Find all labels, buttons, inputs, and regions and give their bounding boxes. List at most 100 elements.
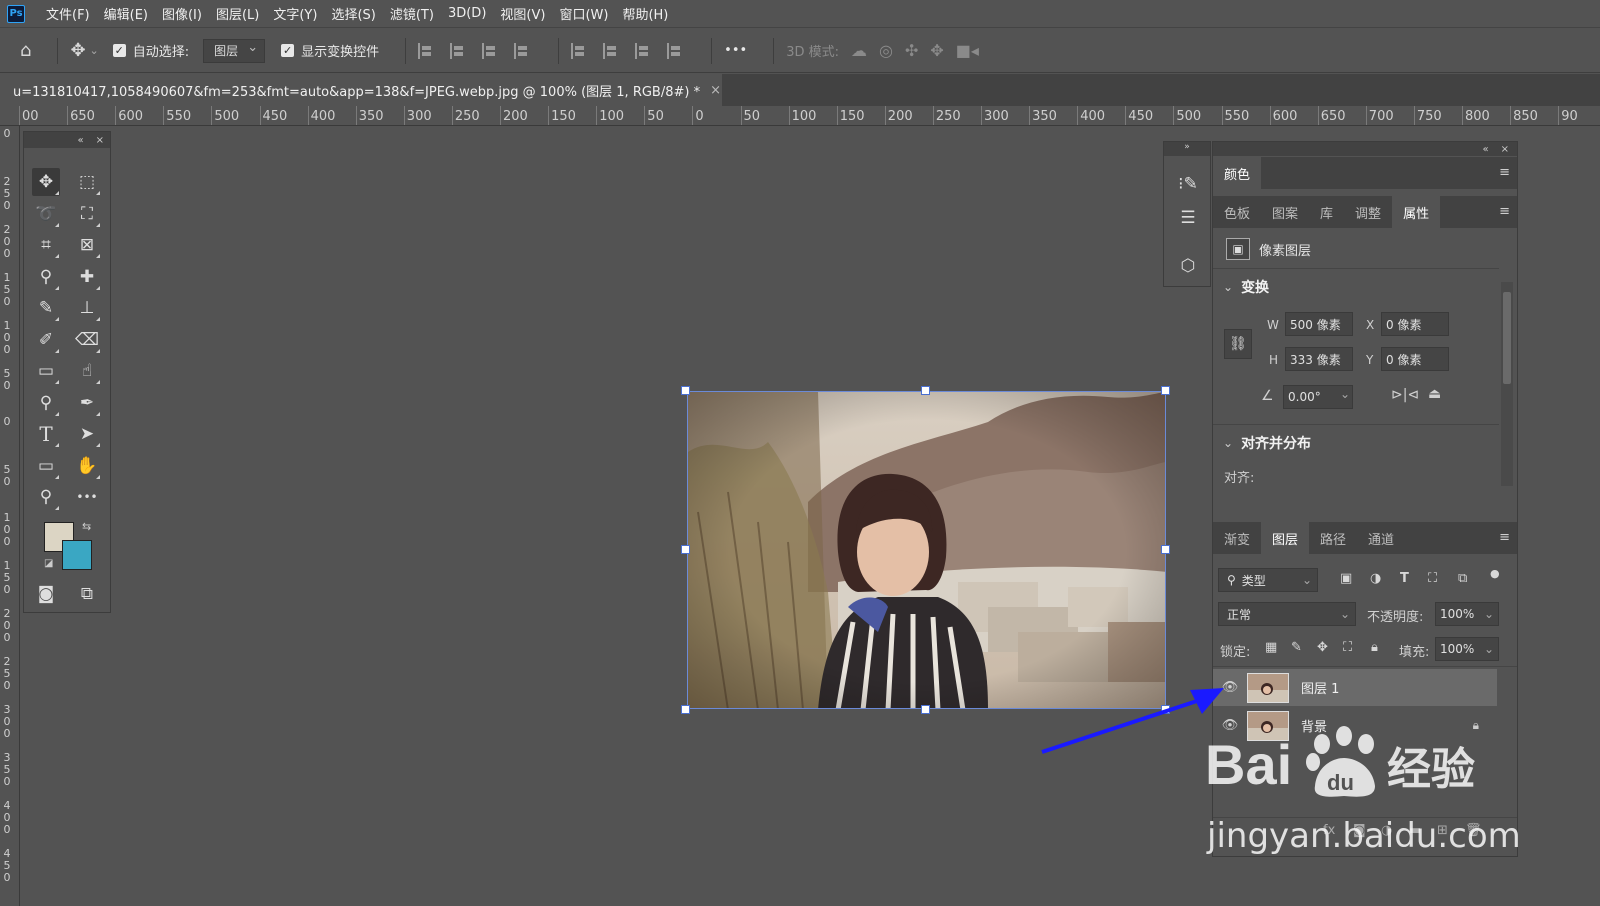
rectangle-tool-icon[interactable]: ▭ (32, 452, 60, 480)
collapse-icon[interactable]: « (1482, 144, 1488, 155)
home-icon[interactable]: ⌂ (20, 40, 31, 61)
opacity-field[interactable]: 100% ⌄ (1435, 602, 1499, 626)
tab-gradients[interactable]: 渐变 (1213, 522, 1261, 554)
marquee-tool-icon[interactable]: ⬚ (73, 168, 101, 196)
flip-vertical-icon[interactable]: ⏏ (1428, 386, 1441, 402)
smudge-tool-icon[interactable]: ☝ (73, 357, 101, 385)
align-vcenter-icon[interactable] (603, 42, 617, 59)
menu-filter[interactable]: 滤镜(T) (383, 4, 441, 23)
zoom-tool-icon[interactable]: ⚲ (32, 483, 60, 511)
filter-pixel-icon[interactable]: ▣ (1340, 571, 1352, 586)
object-select-tool-icon[interactable]: ⛶ (73, 200, 101, 228)
tab-color[interactable]: 颜色 (1213, 157, 1262, 189)
filter-shape-icon[interactable]: ⛶ (1428, 571, 1437, 586)
width-field[interactable]: 500 像素 (1285, 312, 1353, 336)
crop-tool-icon[interactable]: ⌗ (32, 231, 60, 259)
quick-mask-icon[interactable]: ◙ (32, 580, 60, 608)
layer-row-layer1[interactable]: 👁︎ 图层 1 (1213, 669, 1497, 706)
flip-horizontal-icon[interactable]: ⊳|⊲ (1391, 387, 1419, 403)
3d-cube-icon[interactable]: ⬡ (1173, 252, 1203, 280)
menu-image[interactable]: 图像(I) (155, 4, 209, 23)
align-bottom-icon[interactable] (635, 42, 649, 59)
hand-tool-icon[interactable]: ✋ (73, 452, 101, 480)
blend-mode-dropdown[interactable]: 正常 ⌄ (1218, 602, 1356, 626)
transform-handle-bottom[interactable] (921, 705, 930, 714)
chevron-down-icon[interactable]: ⌄ (1340, 387, 1350, 401)
fill-field[interactable]: 100% ⌄ (1435, 637, 1499, 661)
menu-layer[interactable]: 图层(L) (209, 4, 266, 23)
3d-camera-icon[interactable]: ■◂ (956, 41, 979, 60)
distribute-vertical-icon[interactable] (514, 42, 528, 59)
path-select-tool-icon[interactable]: ➤ (73, 420, 101, 448)
menu-file[interactable]: 文件(F) (39, 4, 97, 23)
menu-edit[interactable]: 编辑(E) (97, 4, 155, 23)
close-icon[interactable]: × (1501, 144, 1509, 155)
lock-pixels-icon[interactable]: ✎ (1291, 640, 1302, 655)
tab-paths[interactable]: 路径 (1309, 522, 1357, 554)
auto-select-checkbox[interactable]: ✓ (112, 44, 126, 57)
move-tool-preset-icon[interactable]: ✥ ⌄ (70, 40, 98, 61)
tab-layers[interactable]: 图层 (1261, 522, 1310, 554)
document-tab[interactable]: u=131810417,1058490607&fm=253&fmt=auto&a… (0, 74, 722, 106)
3d-orbit-icon[interactable]: ☁ (851, 41, 867, 60)
transform-handle-right[interactable] (1161, 545, 1170, 554)
pen-tool-icon[interactable]: ✒ (73, 389, 101, 417)
lock-artboard-icon[interactable]: ⛶ (1343, 640, 1352, 655)
default-colors-icon[interactable]: ◪ (44, 558, 53, 569)
menu-view[interactable]: 视图(V) (493, 4, 552, 23)
distribute-horizontal-icon[interactable] (667, 42, 681, 59)
transform-section-title[interactable]: ⌄ 变换 (1223, 277, 1269, 297)
properties-scrollbar[interactable] (1501, 282, 1513, 486)
collapse-icon[interactable]: « (77, 135, 83, 146)
transform-handle-top[interactable] (921, 386, 930, 395)
align-top-icon[interactable] (571, 42, 585, 59)
close-icon[interactable]: × (710, 83, 721, 98)
layer-filter-dropdown[interactable]: ⚲ 类型 ⌄ (1218, 568, 1318, 592)
lock-transparency-icon[interactable]: ▦ (1265, 640, 1277, 655)
height-field[interactable]: 333 像素 (1285, 347, 1353, 371)
filter-smart-object-icon[interactable]: ⧉ (1458, 571, 1467, 586)
menu-3d[interactable]: 3D(D) (441, 6, 493, 21)
history-brush-tool-icon[interactable]: ✐ (32, 326, 60, 354)
panel-menu-icon[interactable]: ≡ (1499, 204, 1510, 219)
x-field[interactable]: 0 像素 (1381, 312, 1449, 336)
type-tool-icon[interactable]: T (32, 420, 60, 448)
lasso-tool-icon[interactable]: ➰ (32, 200, 60, 228)
gradient-tool-icon[interactable]: ▭ (32, 357, 60, 385)
link-dimensions-icon[interactable]: ⛓ (1224, 329, 1252, 359)
brush-settings-icon[interactable]: ⁝✎ (1173, 170, 1203, 198)
lock-all-icon[interactable]: 🔒︎ (1371, 640, 1378, 655)
eyedropper-tool-icon[interactable]: ⚲ (32, 263, 60, 291)
show-transform-checkbox[interactable]: ✓ (281, 44, 295, 57)
panel-menu-icon[interactable]: ≡ (1499, 165, 1510, 180)
more-options-button[interactable]: ••• (724, 43, 747, 58)
3d-pan-icon[interactable]: ✣ (905, 41, 918, 60)
swap-colors-icon[interactable]: ⇆ (82, 520, 91, 533)
filter-type-icon[interactable]: T (1400, 571, 1409, 586)
transform-handle-top-right[interactable] (1161, 386, 1170, 395)
lock-position-icon[interactable]: ✥ (1317, 640, 1328, 655)
tab-adjustments[interactable]: 调整 (1344, 196, 1392, 228)
tab-channels[interactable]: 通道 (1357, 522, 1405, 554)
panel-menu-icon[interactable]: ≡ (1499, 530, 1510, 545)
transform-handle-left[interactable] (681, 545, 690, 554)
healing-tool-icon[interactable]: ✚ (73, 263, 101, 291)
stamp-tool-icon[interactable]: ⊥ (73, 294, 101, 322)
brush-tool-icon[interactable]: ✎ (32, 294, 60, 322)
menu-help[interactable]: 帮助(H) (615, 4, 675, 23)
transform-handle-bottom-left[interactable] (681, 705, 690, 714)
filter-toggle-icon[interactable]: ● (1490, 567, 1500, 580)
y-field[interactable]: 0 像素 (1381, 347, 1449, 371)
3d-slide-icon[interactable]: ✥ (930, 41, 943, 60)
3d-roll-icon[interactable]: ◎ (879, 41, 893, 60)
tab-swatches[interactable]: 色板 (1213, 196, 1261, 228)
align-hcenter-icon[interactable] (450, 42, 464, 59)
menu-type[interactable]: 文字(Y) (266, 4, 324, 23)
adjustments-sliders-icon[interactable]: ☰ (1173, 204, 1203, 232)
filter-adjustment-icon[interactable]: ◑ (1370, 571, 1381, 586)
background-color-swatch[interactable] (62, 540, 92, 570)
align-left-icon[interactable] (418, 42, 432, 59)
canvas-photo[interactable] (687, 391, 1166, 709)
frame-tool-icon[interactable]: ⊠ (73, 231, 101, 259)
eraser-tool-icon[interactable]: ⌫ (73, 326, 101, 354)
